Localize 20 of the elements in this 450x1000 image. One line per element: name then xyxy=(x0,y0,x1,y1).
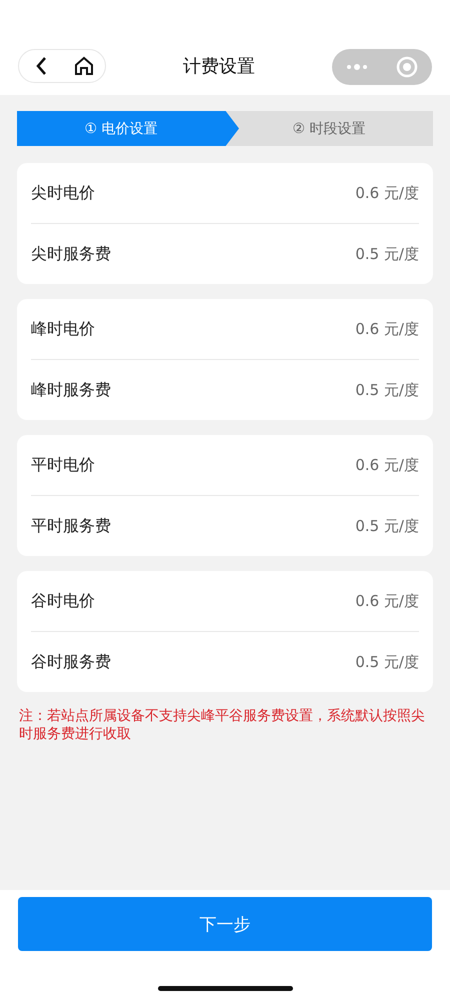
row-value[interactable]: 0.5 元/度 xyxy=(355,516,419,536)
row-value[interactable]: 0.6 元/度 xyxy=(355,184,419,202)
row-label: 谷时服务费 xyxy=(31,652,111,672)
row-value[interactable]: 0.5 元/度 xyxy=(355,652,419,672)
row-label: 尖时电价 xyxy=(31,182,95,204)
row-value[interactable]: 0.6 元/度 xyxy=(355,592,419,610)
next-button[interactable]: 下一步 xyxy=(18,897,432,951)
row-label: 平时服务费 xyxy=(31,516,111,536)
row-value[interactable]: 0.5 元/度 xyxy=(355,380,419,400)
row-label: 峰时服务费 xyxy=(31,380,111,400)
row-label: 平时电价 xyxy=(31,454,95,476)
row-value[interactable]: 0.6 元/度 xyxy=(355,320,419,338)
row-label: 尖时服务费 xyxy=(31,244,111,264)
step-tab[interactable]: ① 电价设置 xyxy=(17,111,239,146)
row-value[interactable]: 0.5 元/度 xyxy=(355,244,419,264)
page-title: 计费设置 xyxy=(183,55,255,79)
row-value[interactable]: 0.6 元/度 xyxy=(355,456,419,474)
note-text: 注：若站点所属设备不支持尖峰平谷服务费设置，系统默认按照尖时服务费进行收取 xyxy=(18,707,426,743)
row-label: 谷时电价 xyxy=(31,590,95,612)
row-label: 峰时电价 xyxy=(31,318,95,340)
